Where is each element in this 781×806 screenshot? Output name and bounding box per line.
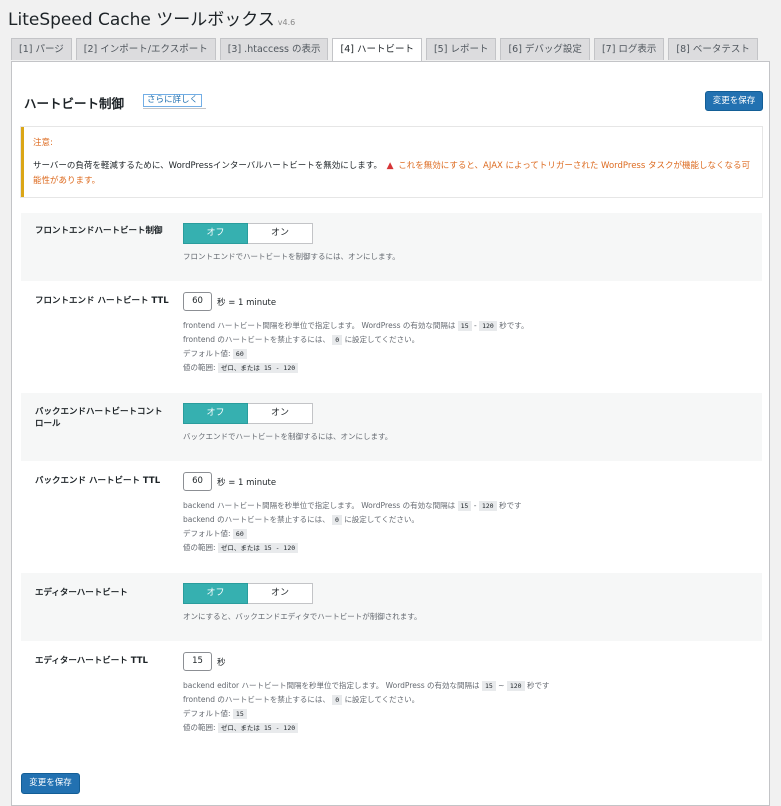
backend-on-button[interactable]: オン xyxy=(248,403,313,424)
backend-control-toggle: オフ オン xyxy=(183,403,313,424)
notice-title: 注意: xyxy=(33,138,53,148)
editor-off-button[interactable]: オフ xyxy=(183,583,248,604)
row-frontend-control: フロントエンドハートビート制御 オフ オン フロントエンドでハートビートを制御す… xyxy=(21,213,762,281)
editor-on-button[interactable]: オン xyxy=(248,583,313,604)
editor-control-label: エディターハートビート xyxy=(35,588,128,598)
learn-more-link[interactable]: さらに詳しく xyxy=(143,94,203,107)
notice-text: サーバーの負荷を軽減するために、WordPressインターバルハートビートを無効… xyxy=(33,161,382,171)
frontend-off-button[interactable]: オフ xyxy=(183,223,248,244)
tab-debug-settings[interactable]: [6] デバッグ設定 xyxy=(500,38,590,60)
backend-ttl-field: 60 秒 = 1 minute xyxy=(183,472,276,491)
tab-log-view[interactable]: [7] ログ表示 xyxy=(593,38,665,60)
notice-box: 注意: サーバーの負荷を軽減するために、WordPressインターバルハートビー… xyxy=(21,127,762,197)
tab-report[interactable]: [5] レポート xyxy=(425,38,497,60)
frontend-ttl-input[interactable]: 60 xyxy=(183,292,212,311)
tab-htaccess[interactable]: [3] .htaccess の表示 xyxy=(219,38,329,60)
editor-ttl-field: 15 秒 xyxy=(183,652,226,671)
backend-ttl-label: バックエンド ハートビート TTL xyxy=(35,476,161,486)
frontend-ttl-field: 60 秒 = 1 minute xyxy=(183,292,276,311)
frontend-on-button[interactable]: オン xyxy=(248,223,313,244)
editor-ttl-input[interactable]: 15 xyxy=(183,652,212,671)
row-editor-ttl: エディターハートビート TTL 15 秒 backend editor ハートビ… xyxy=(21,641,762,753)
backend-control-desc: バックエンドでハートビートを制御するには、オンにします。 xyxy=(183,432,393,441)
frontend-control-toggle: オフ オン xyxy=(183,223,313,244)
section-title: ハートビート制御 xyxy=(24,96,125,111)
tab-beta-test[interactable]: [8] ベータテスト xyxy=(668,38,758,60)
editor-ttl-help: backend editor ハートビート間隔を秒単位で指定します。 WordP… xyxy=(183,681,550,733)
backend-ttl-unit: 秒 = 1 minute xyxy=(217,477,277,488)
frontend-ttl-label: フロントエンド ハートビート TTL xyxy=(35,296,169,306)
backend-ttl-input[interactable]: 60 xyxy=(183,472,212,491)
row-backend-ttl: バックエンド ハートビート TTL 60 秒 = 1 minute backen… xyxy=(21,461,762,573)
backend-control-label: バックエンドハートビートコントロール xyxy=(35,407,163,429)
backend-off-button[interactable]: オフ xyxy=(183,403,248,424)
tab-purge[interactable]: [1] パージ xyxy=(11,38,72,60)
tab-import-export[interactable]: [2] インポート/エクスポート xyxy=(75,38,216,60)
page-title: LiteSpeed Cache ツールボックス v4.6 xyxy=(8,10,296,30)
notice-body: サーバーの負荷を軽減するために、WordPressインターバルハートビートを無効… xyxy=(33,159,753,189)
frontend-control-desc: フロントエンドでハートビートを制御するには、オンにします。 xyxy=(183,252,400,261)
backend-ttl-help: backend ハートビート間隔を秒単位で指定します。 WordPress の有… xyxy=(183,501,522,553)
settings-panel: ハートビート制御 さらに詳しく 変更を保存 注意: サーバーの負荷を軽減するため… xyxy=(11,61,770,806)
row-backend-control: バックエンドハートビートコントロール オフ オン バックエンドでハートビートを制… xyxy=(21,393,762,461)
row-editor-control: エディターハートビート オフ オン オンにすると、バックエンドエディタでハートビ… xyxy=(21,573,762,641)
editor-control-toggle: オフ オン xyxy=(183,583,313,604)
row-frontend-ttl: フロントエンド ハートビート TTL 60 秒 = 1 minute front… xyxy=(21,281,762,393)
warning-icon: ▲ xyxy=(386,161,394,171)
save-button-top[interactable]: 変更を保存 xyxy=(705,91,763,111)
editor-control-desc: オンにすると、バックエンドエディタでハートビートが制御されます。 xyxy=(183,612,422,621)
editor-ttl-label: エディターハートビート TTL xyxy=(35,656,148,666)
version-label: v4.6 xyxy=(277,18,296,27)
frontend-ttl-unit: 秒 = 1 minute xyxy=(217,297,277,308)
tab-bar: [1] パージ [2] インポート/エクスポート [3] .htaccess の… xyxy=(11,38,762,62)
frontend-control-label: フロントエンドハートビート制御 xyxy=(35,226,163,236)
divider xyxy=(143,108,206,109)
editor-ttl-unit: 秒 xyxy=(217,657,226,668)
save-button-bottom[interactable]: 変更を保存 xyxy=(21,773,80,794)
tab-heartbeat[interactable]: [4] ハートビート xyxy=(332,38,422,62)
frontend-ttl-help: frontend ハートビート間隔を秒単位で指定します。 WordPress の… xyxy=(183,321,529,373)
